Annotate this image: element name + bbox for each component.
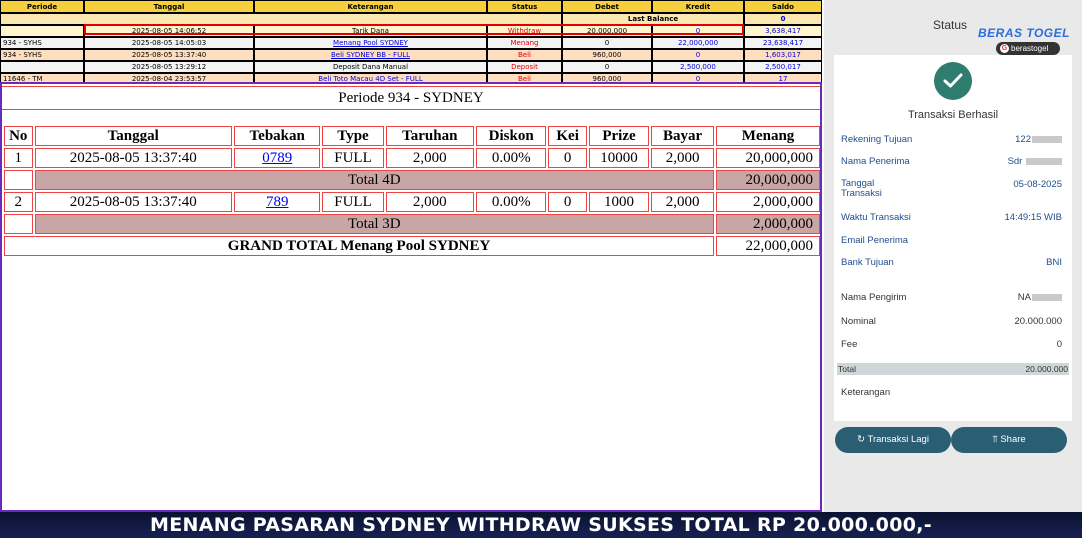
penerima-label: Nama Penerima bbox=[841, 156, 910, 167]
fee-value: 0 bbox=[1056, 339, 1062, 350]
ledger-link[interactable]: Beli SYDNEY BB - FULL bbox=[254, 49, 487, 61]
rekening-label: Rekening Tujuan bbox=[841, 134, 913, 145]
grand-total-value: 22,000,000 bbox=[716, 236, 820, 256]
ledger-table: Periode Tanggal Keterangan Status Debet … bbox=[0, 0, 822, 85]
col-kei: Kei bbox=[548, 126, 587, 146]
col-bayar: Bayar bbox=[651, 126, 715, 146]
col-menang: Menang bbox=[716, 126, 820, 146]
bet-report-panel: Periode 934 - SYDNEY No Tanggal Tebakan … bbox=[0, 82, 822, 512]
ledger-row: 2025-08-05 14:06:52 Tarik Dana Withdraw … bbox=[0, 25, 822, 37]
total-4d-value: 20,000,000 bbox=[716, 170, 820, 190]
transaction-ledger: Periode Tanggal Keterangan Status Debet … bbox=[0, 0, 822, 85]
fee-label: Fee bbox=[841, 339, 858, 350]
ledger-link[interactable]: Menang Pool SYDNEY bbox=[254, 37, 487, 49]
status-withdraw: Withdraw bbox=[487, 25, 562, 37]
last-balance-label: Last Balance bbox=[562, 13, 744, 25]
penerima-value: Sdr bbox=[1008, 156, 1062, 167]
bank-value: BNI bbox=[1046, 257, 1062, 268]
col-tanggal: Tanggal bbox=[34, 126, 232, 146]
tebakan-link[interactable]: 789 bbox=[266, 194, 289, 210]
nominal-label: Nominal bbox=[841, 316, 876, 327]
bank-label: Bank Tujuan bbox=[841, 257, 894, 268]
share-icon: ⫪ bbox=[992, 434, 998, 445]
bet-report-table: No Tanggal Tebakan Type Taruhan Diskon K… bbox=[2, 124, 822, 258]
ledger-col-status: Status bbox=[487, 0, 562, 13]
email-label: Email Penerima bbox=[841, 235, 909, 246]
ledger-col-tanggal: Tanggal bbox=[84, 0, 254, 13]
masked-text bbox=[1032, 135, 1062, 143]
col-tebakan: Tebakan bbox=[233, 126, 321, 146]
tanggal-label: Tanggal Transaksi bbox=[841, 178, 882, 199]
ledger-row: 2025-08-05 13:29:12 Deposit Dana Manual … bbox=[0, 61, 822, 73]
status-title: Status bbox=[933, 18, 968, 32]
tebakan-link[interactable]: 0789 bbox=[262, 150, 292, 166]
table-row: 2 2025-08-05 13:37:40 789 FULL 2,000 0.0… bbox=[4, 192, 820, 212]
nominal-value: 20.000.000 bbox=[1014, 316, 1062, 327]
ledger-col-keterangan: Keterangan bbox=[254, 0, 487, 13]
grand-total-label: GRAND TOTAL Menang Pool SYDNEY bbox=[4, 236, 715, 256]
waktu-value: 14:49:15 WIB bbox=[1004, 212, 1062, 223]
col-no: No bbox=[4, 126, 33, 146]
pengirim-value: NA bbox=[1018, 292, 1062, 303]
total-3d-value: 2,000,000 bbox=[716, 214, 820, 234]
total-4d-row: Total 4D 20,000,000 bbox=[4, 170, 820, 190]
transaksi-lagi-button[interactable]: ↻ Transaksi Lagi bbox=[835, 427, 951, 453]
col-type: Type bbox=[322, 126, 384, 146]
col-prize: Prize bbox=[588, 126, 650, 146]
total-label: Total bbox=[838, 364, 856, 374]
ledger-header-row: Periode Tanggal Keterangan Status Debet … bbox=[0, 0, 822, 13]
masked-text bbox=[1026, 157, 1062, 165]
share-button[interactable]: ⫪ Share bbox=[951, 427, 1067, 453]
brand-logo: BERAS TOGEL bbox=[978, 26, 1070, 40]
total-4d-label: Total 4D bbox=[34, 170, 715, 190]
ledger-col-saldo: Saldo bbox=[744, 0, 822, 13]
keterangan-label: Keterangan bbox=[841, 387, 891, 398]
ledger-col-kredit: Kredit bbox=[652, 0, 744, 13]
pengirim-label: Nama Pengirim bbox=[841, 292, 907, 303]
brand-badge: Gberastogel bbox=[996, 42, 1060, 55]
masked-text bbox=[1032, 293, 1062, 301]
col-taruhan: Taruhan bbox=[385, 126, 475, 146]
refresh-icon: ↻ bbox=[857, 434, 866, 445]
waktu-label: Waktu Transaksi bbox=[841, 212, 911, 223]
periode-title: Periode 934 - SYDNEY bbox=[2, 86, 820, 110]
banner-text: MENANG PASARAN SYDNEY WITHDRAW SUKSES TO… bbox=[150, 514, 932, 536]
rekening-value: 122 bbox=[1015, 134, 1062, 145]
grand-total-row: GRAND TOTAL Menang Pool SYDNEY 22,000,00… bbox=[4, 236, 820, 256]
table-row: 1 2025-08-05 13:37:40 0789 FULL 2,000 0.… bbox=[4, 148, 820, 168]
ledger-col-periode: Periode bbox=[0, 0, 84, 13]
ledger-row: 934 - SYHS 2025-08-05 13:37:40 Beli SYDN… bbox=[0, 49, 822, 61]
ledger-row: 934 - SYHS 2025-08-05 14:05:03 Menang Po… bbox=[0, 37, 822, 49]
ledger-last-balance-row: Last Balance 0 bbox=[0, 13, 822, 25]
total-value: 20.000.000 bbox=[1025, 364, 1068, 374]
total-3d-label: Total 3D bbox=[34, 214, 715, 234]
success-check-icon bbox=[934, 62, 972, 100]
last-balance-value: 0 bbox=[744, 13, 822, 25]
report-header-row: No Tanggal Tebakan Type Taruhan Diskon K… bbox=[4, 126, 820, 146]
col-diskon: Diskon bbox=[476, 126, 547, 146]
ledger-col-debet: Debet bbox=[562, 0, 652, 13]
tanggal-value: 05-08-2025 bbox=[1013, 179, 1062, 190]
total-3d-row: Total 3D 2,000,000 bbox=[4, 214, 820, 234]
success-message: Transaksi Berhasil bbox=[907, 109, 999, 121]
google-icon: G bbox=[1000, 44, 1009, 53]
